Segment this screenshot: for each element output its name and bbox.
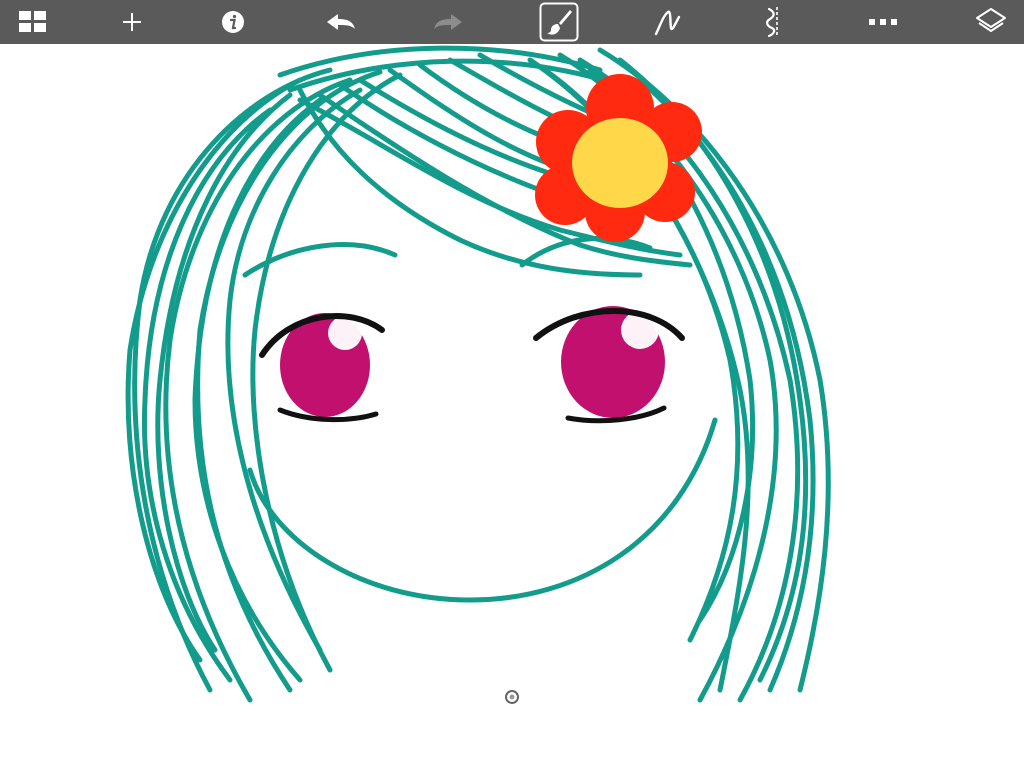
brush-tool-button[interactable] (537, 0, 581, 44)
plus-icon (123, 13, 141, 31)
more-button[interactable] (861, 0, 905, 44)
drawing-canvas[interactable] (0, 44, 1024, 768)
grid-icon (19, 11, 46, 32)
layers-button[interactable] (969, 0, 1013, 44)
artwork (125, 45, 831, 704)
symmetry-icon (766, 7, 778, 38)
top-toolbar (0, 0, 1024, 44)
layers-icon (976, 8, 1006, 32)
more-icon (869, 19, 897, 25)
info-icon (222, 11, 244, 33)
hair (125, 45, 831, 703)
brush-icon (539, 2, 579, 42)
symmetry-button[interactable] (753, 0, 797, 44)
brush-cursor (505, 690, 519, 704)
info-button[interactable] (211, 0, 255, 44)
eye-right (533, 306, 685, 424)
new-button[interactable] (110, 0, 154, 44)
eye-left (259, 313, 385, 423)
undo-button[interactable] (319, 0, 363, 44)
gallery-button[interactable] (11, 0, 55, 44)
undo-icon (327, 14, 355, 30)
stroke-icon (654, 10, 681, 36)
redo-icon (434, 14, 462, 30)
stroke-style-button[interactable] (646, 0, 690, 44)
redo-button[interactable] (426, 0, 470, 44)
